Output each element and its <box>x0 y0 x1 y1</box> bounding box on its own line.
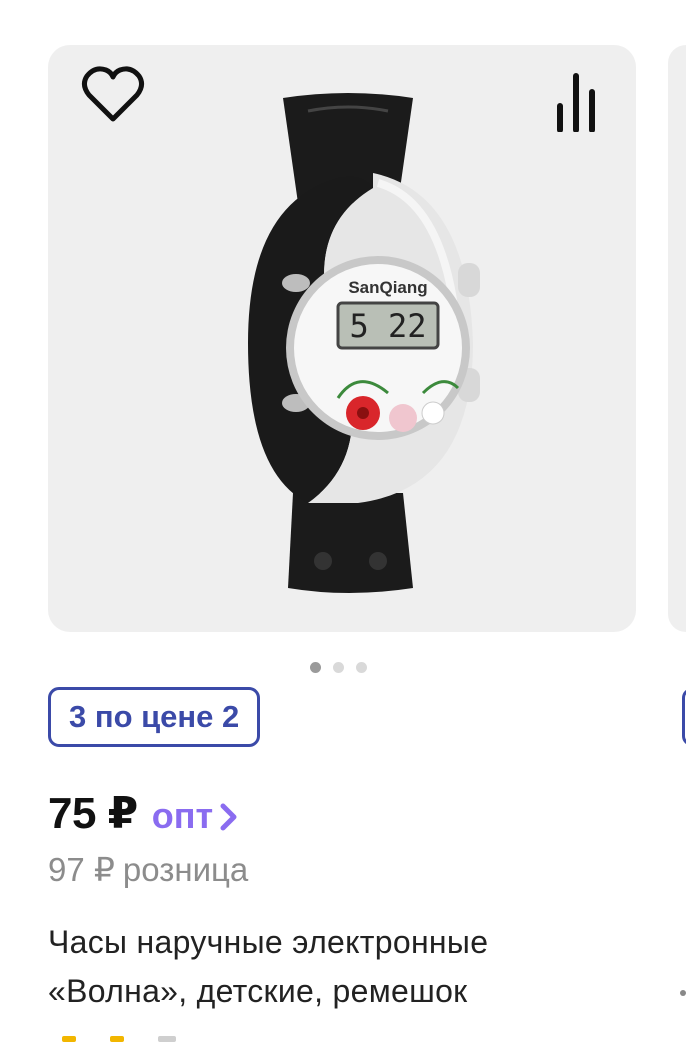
rating-star-icon <box>62 1036 76 1042</box>
retail-price-label: розница <box>122 851 249 888</box>
gallery-dot-1[interactable] <box>310 662 321 673</box>
gallery-dot-3[interactable] <box>356 662 367 673</box>
compare-bars-icon <box>557 73 595 132</box>
retail-price-row: 97 ₽ розница <box>48 850 248 889</box>
favorite-button[interactable] <box>80 64 146 124</box>
svg-text:5 22: 5 22 <box>349 307 426 345</box>
gallery-pagination <box>310 662 367 673</box>
heart-icon <box>81 66 145 122</box>
rating-divider <box>158 1036 176 1042</box>
rating-row-partial <box>62 1036 176 1042</box>
promo-badge: 3 по цене 2 <box>48 687 261 747</box>
svg-text:SanQiang: SanQiang <box>348 278 427 297</box>
gallery-dot-2[interactable] <box>333 662 344 673</box>
promo-badge-label: 3 по цене 2 <box>69 699 240 734</box>
wholesale-price-label[interactable]: опт <box>152 795 213 837</box>
wholesale-price-row[interactable]: 75 ₽ опт <box>48 788 239 839</box>
next-product-card-image[interactable] <box>668 45 686 632</box>
compare-button[interactable] <box>544 70 608 134</box>
product-title-line-1: Часы наручные электронные <box>48 924 489 960</box>
rating-star-icon <box>110 1036 124 1042</box>
next-product-promo-badge <box>682 688 686 746</box>
retail-price: 97 ₽ <box>48 851 115 888</box>
wholesale-price: 75 ₽ <box>48 789 138 838</box>
next-product-marker <box>680 990 686 996</box>
chevron-right-icon[interactable] <box>219 802 239 837</box>
title-fade-overlay <box>470 965 590 1015</box>
product-photo-watch: 5 22 SanQiang <box>248 93 480 593</box>
